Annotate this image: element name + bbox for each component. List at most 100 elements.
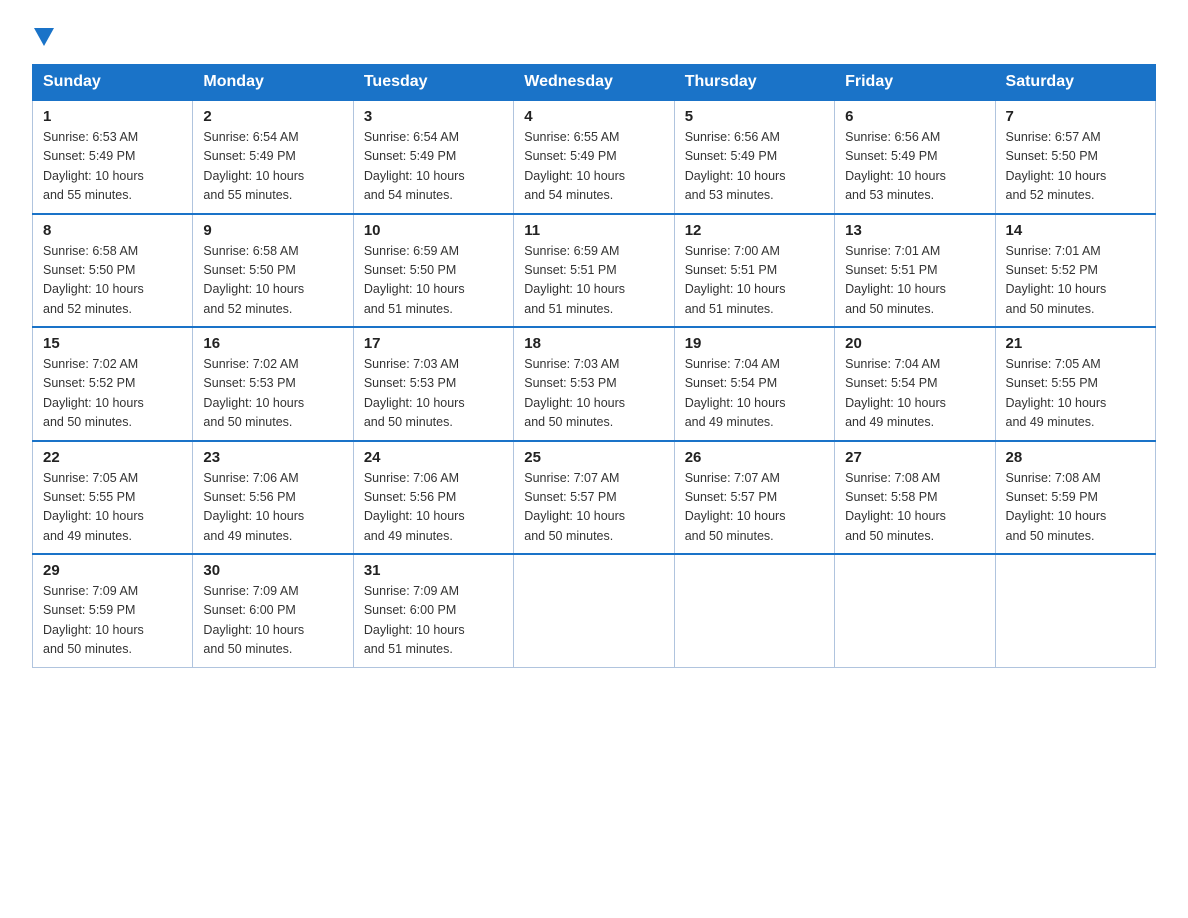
calendar-cell: 24 Sunrise: 7:06 AMSunset: 5:56 PMDaylig… [353, 441, 513, 555]
calendar-cell [514, 554, 674, 667]
calendar-cell: 5 Sunrise: 6:56 AMSunset: 5:49 PMDayligh… [674, 100, 834, 214]
day-info: Sunrise: 7:09 AMSunset: 6:00 PMDaylight:… [203, 582, 342, 660]
day-number: 22 [43, 449, 182, 466]
weekday-header-monday: Monday [193, 65, 353, 101]
calendar-cell: 23 Sunrise: 7:06 AMSunset: 5:56 PMDaylig… [193, 441, 353, 555]
page-header [32, 24, 1156, 46]
calendar-cell: 17 Sunrise: 7:03 AMSunset: 5:53 PMDaylig… [353, 327, 513, 441]
day-info: Sunrise: 7:02 AMSunset: 5:53 PMDaylight:… [203, 355, 342, 433]
day-info: Sunrise: 6:59 AMSunset: 5:50 PMDaylight:… [364, 242, 503, 320]
weekday-header-saturday: Saturday [995, 65, 1155, 101]
day-number: 9 [203, 222, 342, 239]
day-number: 21 [1006, 335, 1145, 352]
day-info: Sunrise: 7:09 AMSunset: 5:59 PMDaylight:… [43, 582, 182, 660]
calendar-cell: 28 Sunrise: 7:08 AMSunset: 5:59 PMDaylig… [995, 441, 1155, 555]
day-info: Sunrise: 7:05 AMSunset: 5:55 PMDaylight:… [43, 469, 182, 547]
calendar-week-row: 29 Sunrise: 7:09 AMSunset: 5:59 PMDaylig… [33, 554, 1156, 667]
weekday-header-thursday: Thursday [674, 65, 834, 101]
calendar-cell: 14 Sunrise: 7:01 AMSunset: 5:52 PMDaylig… [995, 214, 1155, 328]
day-number: 17 [364, 335, 503, 352]
calendar-cell: 3 Sunrise: 6:54 AMSunset: 5:49 PMDayligh… [353, 100, 513, 214]
calendar-week-row: 8 Sunrise: 6:58 AMSunset: 5:50 PMDayligh… [33, 214, 1156, 328]
day-number: 27 [845, 449, 984, 466]
calendar-cell: 11 Sunrise: 6:59 AMSunset: 5:51 PMDaylig… [514, 214, 674, 328]
day-number: 26 [685, 449, 824, 466]
day-number: 1 [43, 108, 182, 125]
calendar-header-row: SundayMondayTuesdayWednesdayThursdayFrid… [33, 65, 1156, 101]
day-number: 8 [43, 222, 182, 239]
day-number: 3 [364, 108, 503, 125]
weekday-header-wednesday: Wednesday [514, 65, 674, 101]
calendar-cell: 29 Sunrise: 7:09 AMSunset: 5:59 PMDaylig… [33, 554, 193, 667]
calendar-cell: 31 Sunrise: 7:09 AMSunset: 6:00 PMDaylig… [353, 554, 513, 667]
day-number: 10 [364, 222, 503, 239]
calendar-cell: 10 Sunrise: 6:59 AMSunset: 5:50 PMDaylig… [353, 214, 513, 328]
day-info: Sunrise: 7:01 AMSunset: 5:52 PMDaylight:… [1006, 242, 1145, 320]
calendar-cell: 8 Sunrise: 6:58 AMSunset: 5:50 PMDayligh… [33, 214, 193, 328]
calendar-cell: 19 Sunrise: 7:04 AMSunset: 5:54 PMDaylig… [674, 327, 834, 441]
day-number: 5 [685, 108, 824, 125]
day-number: 20 [845, 335, 984, 352]
day-info: Sunrise: 6:55 AMSunset: 5:49 PMDaylight:… [524, 128, 663, 206]
calendar-cell [674, 554, 834, 667]
day-info: Sunrise: 6:54 AMSunset: 5:49 PMDaylight:… [203, 128, 342, 206]
day-info: Sunrise: 7:07 AMSunset: 5:57 PMDaylight:… [685, 469, 824, 547]
weekday-header-friday: Friday [835, 65, 995, 101]
day-number: 11 [524, 222, 663, 239]
calendar-cell: 6 Sunrise: 6:56 AMSunset: 5:49 PMDayligh… [835, 100, 995, 214]
day-number: 13 [845, 222, 984, 239]
calendar-week-row: 1 Sunrise: 6:53 AMSunset: 5:49 PMDayligh… [33, 100, 1156, 214]
day-number: 30 [203, 562, 342, 579]
day-info: Sunrise: 6:54 AMSunset: 5:49 PMDaylight:… [364, 128, 503, 206]
calendar-cell: 13 Sunrise: 7:01 AMSunset: 5:51 PMDaylig… [835, 214, 995, 328]
day-info: Sunrise: 7:04 AMSunset: 5:54 PMDaylight:… [685, 355, 824, 433]
calendar-cell: 22 Sunrise: 7:05 AMSunset: 5:55 PMDaylig… [33, 441, 193, 555]
calendar-cell [995, 554, 1155, 667]
day-info: Sunrise: 6:56 AMSunset: 5:49 PMDaylight:… [845, 128, 984, 206]
day-number: 7 [1006, 108, 1145, 125]
day-info: Sunrise: 7:07 AMSunset: 5:57 PMDaylight:… [524, 469, 663, 547]
day-info: Sunrise: 7:03 AMSunset: 5:53 PMDaylight:… [364, 355, 503, 433]
day-info: Sunrise: 6:53 AMSunset: 5:49 PMDaylight:… [43, 128, 182, 206]
calendar-week-row: 15 Sunrise: 7:02 AMSunset: 5:52 PMDaylig… [33, 327, 1156, 441]
day-info: Sunrise: 6:58 AMSunset: 5:50 PMDaylight:… [43, 242, 182, 320]
calendar-cell: 20 Sunrise: 7:04 AMSunset: 5:54 PMDaylig… [835, 327, 995, 441]
calendar-cell: 25 Sunrise: 7:07 AMSunset: 5:57 PMDaylig… [514, 441, 674, 555]
day-info: Sunrise: 6:56 AMSunset: 5:49 PMDaylight:… [685, 128, 824, 206]
calendar-cell: 7 Sunrise: 6:57 AMSunset: 5:50 PMDayligh… [995, 100, 1155, 214]
logo-triangle-icon [34, 28, 54, 46]
calendar-cell: 27 Sunrise: 7:08 AMSunset: 5:58 PMDaylig… [835, 441, 995, 555]
day-info: Sunrise: 7:02 AMSunset: 5:52 PMDaylight:… [43, 355, 182, 433]
calendar-week-row: 22 Sunrise: 7:05 AMSunset: 5:55 PMDaylig… [33, 441, 1156, 555]
day-number: 24 [364, 449, 503, 466]
day-number: 14 [1006, 222, 1145, 239]
calendar-cell: 30 Sunrise: 7:09 AMSunset: 6:00 PMDaylig… [193, 554, 353, 667]
day-info: Sunrise: 7:08 AMSunset: 5:59 PMDaylight:… [1006, 469, 1145, 547]
calendar-cell: 12 Sunrise: 7:00 AMSunset: 5:51 PMDaylig… [674, 214, 834, 328]
logo [32, 24, 54, 46]
day-number: 29 [43, 562, 182, 579]
calendar-cell: 1 Sunrise: 6:53 AMSunset: 5:49 PMDayligh… [33, 100, 193, 214]
day-number: 15 [43, 335, 182, 352]
day-number: 4 [524, 108, 663, 125]
calendar-table: SundayMondayTuesdayWednesdayThursdayFrid… [32, 64, 1156, 668]
calendar-cell [835, 554, 995, 667]
day-number: 12 [685, 222, 824, 239]
day-info: Sunrise: 6:57 AMSunset: 5:50 PMDaylight:… [1006, 128, 1145, 206]
calendar-cell: 16 Sunrise: 7:02 AMSunset: 5:53 PMDaylig… [193, 327, 353, 441]
day-info: Sunrise: 7:05 AMSunset: 5:55 PMDaylight:… [1006, 355, 1145, 433]
weekday-header-sunday: Sunday [33, 65, 193, 101]
day-number: 2 [203, 108, 342, 125]
day-info: Sunrise: 6:59 AMSunset: 5:51 PMDaylight:… [524, 242, 663, 320]
day-info: Sunrise: 7:08 AMSunset: 5:58 PMDaylight:… [845, 469, 984, 547]
calendar-cell: 15 Sunrise: 7:02 AMSunset: 5:52 PMDaylig… [33, 327, 193, 441]
calendar-cell: 4 Sunrise: 6:55 AMSunset: 5:49 PMDayligh… [514, 100, 674, 214]
calendar-cell: 26 Sunrise: 7:07 AMSunset: 5:57 PMDaylig… [674, 441, 834, 555]
day-info: Sunrise: 7:03 AMSunset: 5:53 PMDaylight:… [524, 355, 663, 433]
day-info: Sunrise: 7:06 AMSunset: 5:56 PMDaylight:… [364, 469, 503, 547]
calendar-cell: 2 Sunrise: 6:54 AMSunset: 5:49 PMDayligh… [193, 100, 353, 214]
day-number: 19 [685, 335, 824, 352]
day-number: 16 [203, 335, 342, 352]
day-info: Sunrise: 7:01 AMSunset: 5:51 PMDaylight:… [845, 242, 984, 320]
day-number: 6 [845, 108, 984, 125]
